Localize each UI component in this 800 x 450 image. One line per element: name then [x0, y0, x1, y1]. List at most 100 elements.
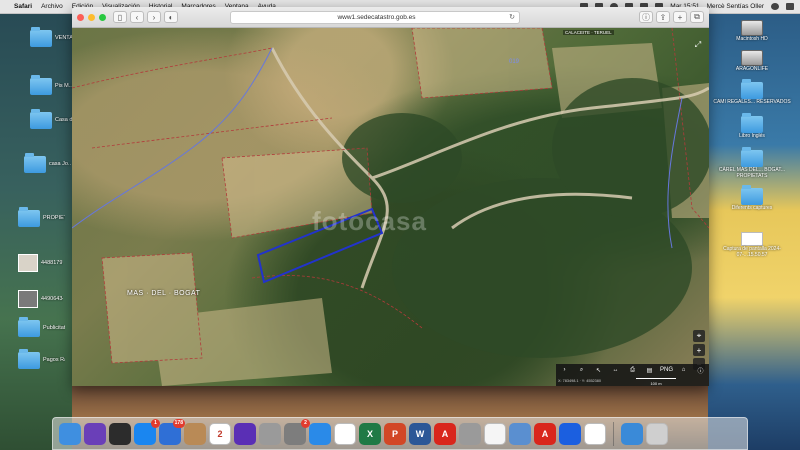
bike-icon[interactable]: ⌂ — [675, 364, 692, 376]
desktop-item[interactable]: Libro Inglés — [712, 113, 792, 139]
desktop-item-label: 449064344_86... 16912714..._772_n — [41, 295, 63, 302]
desktop-item[interactable]: Pagos Rami... — [18, 349, 65, 369]
extension-icon[interactable]: ⓘ — [639, 11, 653, 23]
desktop-item[interactable]: ARAGONLIFE — [712, 50, 792, 72]
spotlight-icon[interactable] — [771, 3, 779, 10]
powerpoint-icon[interactable]: P — [384, 422, 406, 445]
desktop-item[interactable]: VENTA — [30, 27, 77, 47]
safari-window: ▯ ‹ › ◐ www1.sedecatastro.gob.es ↻ ⓘ ⇪ +… — [72, 7, 709, 386]
safari-toolbar: ▯ ‹ › ◐ www1.sedecatastro.gob.es ↻ ⓘ ⇪ +… — [72, 7, 709, 28]
back-button[interactable]: ‹ — [130, 11, 144, 23]
desktop-item[interactable]: Casa d... 23 — [30, 109, 77, 129]
safari-icon[interactable] — [309, 422, 331, 445]
close-window-button[interactable] — [77, 13, 84, 21]
photo-app-icon[interactable]: 178 — [159, 418, 185, 445]
cadastre-map[interactable]: CALACEITE · TERUEL 019 fotocasa MAS · DE… — [72, 28, 709, 386]
menu-archivo[interactable]: Archivo — [41, 3, 63, 10]
desktop-item[interactable]: Diferents captures — [712, 185, 792, 211]
excel-icon[interactable]: X — [359, 422, 381, 445]
drive-icon — [741, 20, 763, 36]
folder-icon — [741, 147, 763, 167]
forest-area — [342, 113, 462, 203]
print-icon[interactable]: ⎙ — [624, 364, 641, 376]
photos-icon[interactable] — [334, 422, 356, 445]
desktop-item[interactable]: CÀREL MAS DEL... BOGAT... PROPIETATS — [712, 147, 792, 179]
sidebar-button[interactable]: ▯ — [113, 11, 127, 23]
zoom-in-button[interactable]: + — [693, 344, 705, 356]
folder-icon — [18, 317, 40, 337]
locate-icon[interactable]: ⌖ — [693, 330, 705, 342]
word-icon[interactable]: W — [409, 422, 431, 445]
layers-icon[interactable]: ▤ — [641, 364, 658, 376]
desktop-item[interactable]: PROPIETA... FER — [18, 207, 65, 227]
imovie-icon[interactable] — [234, 422, 256, 445]
map-region-label: CALACEITE · TERUEL — [563, 30, 614, 35]
menu-user[interactable]: Mercè Sentías Oller — [707, 3, 764, 10]
tab-overview-button[interactable]: ⧉ — [690, 11, 704, 23]
contacts-icon[interactable] — [184, 422, 206, 445]
folder-icon — [24, 153, 46, 173]
mission-control-icon[interactable] — [109, 422, 131, 445]
desktop-item-label: Macintosh HD — [736, 36, 768, 42]
desktop-item-label: casa Jo... Massali... — [49, 161, 71, 168]
map-coordinates: X: 783498.1 · Y: 4552380 — [558, 378, 601, 383]
info-icon[interactable]: ⓘ — [692, 364, 709, 376]
desktop-item-label: Pagos Rami... — [43, 357, 65, 364]
app-store-icon[interactable]: 1 — [134, 418, 160, 445]
chevron-right-icon[interactable]: › — [556, 364, 573, 376]
desktop-item[interactable]: Pis M... Maig... — [30, 75, 77, 95]
chrome-icon[interactable] — [584, 422, 606, 445]
address-bar[interactable]: www1.sedecatastro.gob.es ↻ — [230, 10, 520, 24]
desktop-item-label: ARAGONLIFE — [735, 66, 769, 72]
fullscreen-window-button[interactable] — [99, 13, 106, 21]
desktop-item[interactable]: Macintosh HD — [712, 20, 792, 42]
folder-icon — [741, 185, 763, 205]
desktop-item[interactable]: CAMI REGALES... RESERVADOS — [712, 79, 792, 105]
menu-app-name[interactable]: Safari — [14, 3, 32, 10]
cadastral-boundary — [91, 117, 333, 149]
trash-icon[interactable] — [646, 422, 668, 445]
desktop-item-label: CÀREL MAS DEL... BOGAT... PROPIETATS — [718, 167, 786, 179]
acrobat-2-icon[interactable]: A — [534, 422, 556, 445]
teamviewer-icon[interactable] — [559, 422, 581, 445]
system-preferences-icon[interactable]: 2 — [284, 418, 310, 445]
png-label[interactable]: PNG — [658, 364, 675, 376]
acrobat-icon[interactable]: A — [434, 422, 456, 445]
blocked-app-2-icon[interactable] — [459, 422, 481, 445]
measure-icon[interactable]: ↔ — [607, 364, 624, 376]
blocked-app-icon[interactable] — [259, 422, 281, 445]
downloads-icon[interactable] — [621, 422, 643, 445]
search-icon[interactable]: ⌕ — [573, 364, 590, 376]
screenshot-file-icon — [741, 232, 763, 246]
field-parcel — [412, 28, 552, 98]
siri-icon[interactable] — [84, 422, 106, 445]
desktop-item[interactable]: Publicitat c... — [18, 317, 65, 337]
itunes-icon[interactable] — [484, 422, 506, 445]
place-name-label: MAS · DEL · BOGAT — [127, 290, 201, 297]
expand-map-icon[interactable]: ⤢ — [692, 39, 704, 51]
cadastral-boundary — [72, 47, 273, 89]
image-file-icon — [18, 290, 38, 308]
desktop-item[interactable]: casa Jo... Massali... — [24, 153, 71, 173]
desktop-item[interactable]: 448817976_452... 0084193...496_n — [18, 254, 63, 272]
reload-icon[interactable]: ↻ — [509, 13, 515, 21]
desktop-item[interactable]: 449064344_86... 16912714..._772_n — [18, 290, 63, 308]
preview-icon[interactable] — [509, 422, 531, 445]
new-tab-button[interactable]: + — [673, 11, 687, 23]
share-button[interactable]: ⇪ — [656, 11, 670, 23]
map-toolbar: › ⌕ ↖ ↔ ⎙ ▤ PNG ⌂ ⓘ X: 783498.1 · Y: 455… — [556, 364, 709, 386]
desktop-item[interactable]: Captura de pantalla 2024-07-...15.50.57 — [712, 232, 792, 258]
folder-icon — [30, 75, 52, 95]
folder-icon — [30, 109, 52, 129]
folder-icon — [741, 113, 763, 133]
minimize-window-button[interactable] — [88, 13, 95, 21]
image-file-icon — [18, 254, 38, 272]
dock: 1 178 2 2 X P W A A — [52, 417, 748, 450]
map-scale: 100 m — [636, 378, 676, 386]
finder-icon[interactable] — [59, 422, 81, 445]
calendar-icon[interactable]: 2 — [209, 422, 231, 445]
shield-icon[interactable]: ◐ — [164, 11, 178, 23]
notification-center-icon[interactable] — [786, 3, 794, 10]
forward-button[interactable]: › — [147, 11, 161, 23]
pointer-icon[interactable]: ↖ — [590, 364, 607, 376]
